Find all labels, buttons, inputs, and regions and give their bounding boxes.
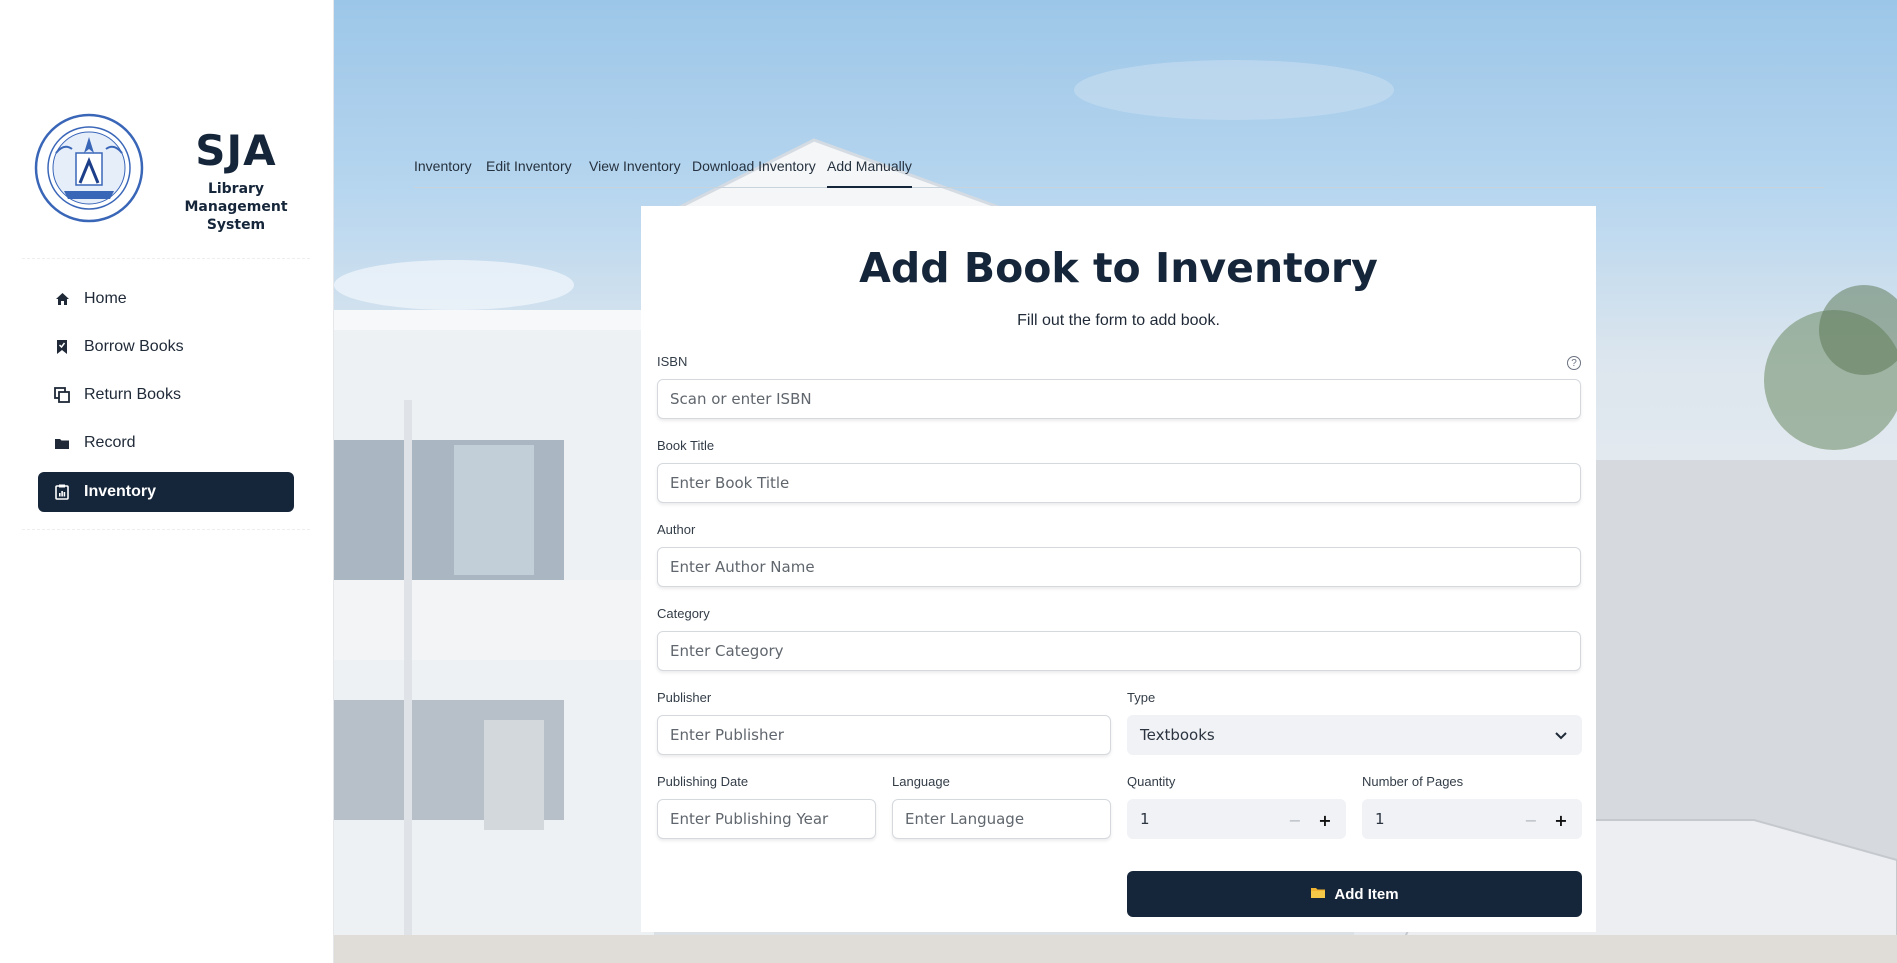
- tab-add-manually[interactable]: Add Manually: [827, 158, 912, 188]
- form-subtitle: Fill out the form to add book.: [1017, 312, 1220, 329]
- quantity-label: Quantity: [1127, 774, 1176, 789]
- language-input[interactable]: [905, 810, 1110, 828]
- inventory-tabs: Inventory Edit Inventory View Inventory …: [414, 154, 1824, 188]
- isbn-field[interactable]: [657, 379, 1581, 419]
- category-field[interactable]: [657, 631, 1581, 671]
- sidebar-item-inventory[interactable]: Inventory: [38, 472, 294, 512]
- isbn-label: ISBN: [657, 354, 688, 369]
- chevron-down-icon: [1555, 726, 1567, 744]
- quantity-increment-button[interactable]: +: [1313, 800, 1337, 840]
- clipboard-icon: [54, 484, 70, 500]
- folder-icon: [1310, 886, 1326, 903]
- tab-edit-inventory[interactable]: Edit Inventory: [486, 158, 572, 188]
- sidebar-item-return-books[interactable]: Return Books: [38, 375, 294, 415]
- brand-subtitle-line1: Library Management: [184, 181, 288, 215]
- sidebar-item-label: Borrow Books: [84, 338, 184, 355]
- publisher-input[interactable]: [670, 726, 1110, 744]
- publishing-date-field[interactable]: [657, 799, 876, 839]
- quantity-value: 1: [1140, 810, 1150, 828]
- brand-subtitle-line2: System: [206, 217, 266, 233]
- isbn-input[interactable]: [670, 390, 1580, 408]
- sidebar-item-home[interactable]: Home: [38, 279, 294, 319]
- brand-name: SJA: [195, 126, 277, 175]
- home-icon: [54, 291, 70, 307]
- tab-download-inventory[interactable]: Download Inventory: [692, 158, 816, 188]
- sidebar-item-label: Record: [84, 434, 136, 451]
- sidebar-nav: Home Borrow Books Return Books Record In…: [22, 258, 310, 530]
- author-input[interactable]: [670, 558, 1580, 576]
- form-title: Add Book to Inventory: [859, 244, 1378, 292]
- sidebar: SJA Library Management System Home Borro…: [0, 0, 334, 963]
- quantity-decrement-button[interactable]: −: [1283, 800, 1307, 840]
- sidebar-item-record[interactable]: Record: [38, 423, 294, 463]
- author-label: Author: [657, 522, 696, 537]
- bookmark-icon: [54, 339, 70, 355]
- add-book-form: Add Book to Inventory Fill out the form …: [641, 206, 1596, 932]
- language-label: Language: [892, 774, 950, 789]
- pages-decrement-button[interactable]: −: [1519, 800, 1543, 840]
- book-title-label: Book Title: [657, 438, 715, 453]
- publisher-field[interactable]: [657, 715, 1111, 755]
- tab-inventory[interactable]: Inventory: [414, 158, 472, 188]
- publisher-label: Publisher: [657, 690, 712, 705]
- type-select-value: Textbooks: [1140, 726, 1215, 744]
- pages-increment-button[interactable]: +: [1549, 800, 1573, 840]
- sidebar-item-label: Home: [84, 290, 127, 307]
- language-field[interactable]: [892, 799, 1111, 839]
- brand-subtitle: Library Management System: [158, 180, 314, 234]
- sidebar-item-label: Return Books: [84, 386, 181, 403]
- brand: SJA Library Management System: [34, 110, 314, 233]
- author-field[interactable]: [657, 547, 1581, 587]
- pages-label: Number of Pages: [1362, 774, 1464, 789]
- category-label: Category: [657, 606, 710, 621]
- sidebar-item-label: Inventory: [84, 483, 157, 500]
- copy-icon: [54, 387, 70, 403]
- book-title-input[interactable]: [670, 474, 1580, 492]
- main-content: Inventory Edit Inventory View Inventory …: [334, 0, 1897, 963]
- help-icon[interactable]: ?: [1567, 356, 1581, 370]
- type-label: Type: [1127, 690, 1156, 705]
- school-seal-logo: [34, 113, 144, 223]
- pages-stepper[interactable]: 1 − +: [1362, 799, 1582, 839]
- type-select[interactable]: Textbooks: [1127, 715, 1582, 755]
- folder-icon: [54, 435, 70, 451]
- add-item-label: Add Item: [1334, 885, 1399, 903]
- sidebar-item-borrow-books[interactable]: Borrow Books: [38, 327, 294, 367]
- tab-view-inventory[interactable]: View Inventory: [589, 158, 681, 188]
- add-item-button[interactable]: Add Item: [1127, 871, 1582, 917]
- category-input[interactable]: [670, 642, 1580, 660]
- publishing-date-input[interactable]: [670, 810, 875, 828]
- quantity-stepper[interactable]: 1 − +: [1127, 799, 1346, 839]
- publishing-date-label: Publishing Date: [657, 774, 749, 789]
- pages-value: 1: [1375, 810, 1385, 828]
- book-title-field[interactable]: [657, 463, 1581, 503]
